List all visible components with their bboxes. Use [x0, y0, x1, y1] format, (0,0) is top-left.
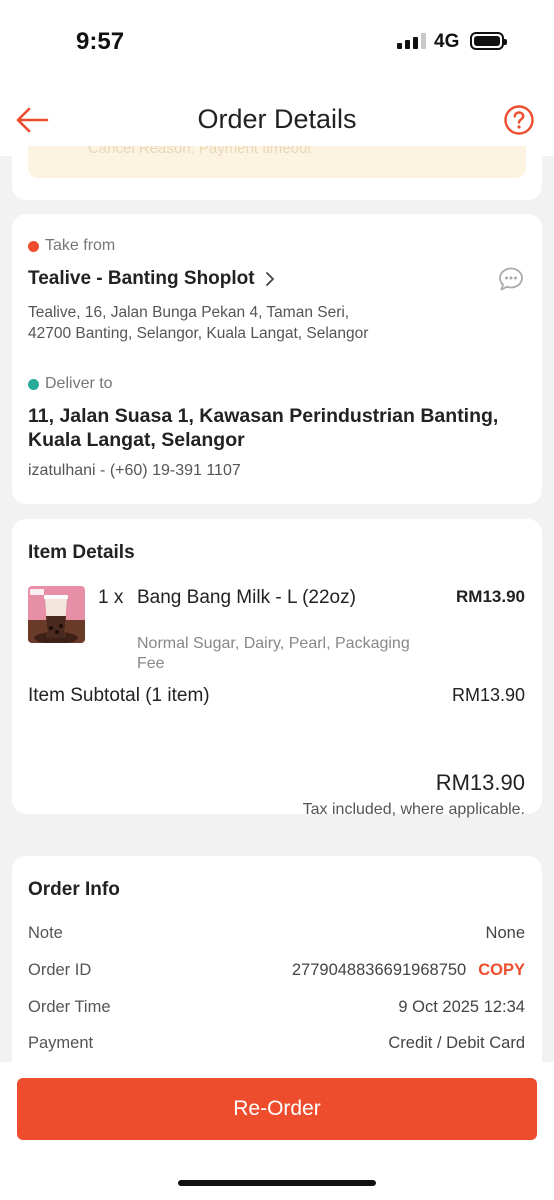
header: Order Details	[0, 80, 554, 156]
subtotal-value: RM13.90	[451, 685, 525, 705]
item-options-line1: Normal Sugar, Dairy, Pearl, Packaging	[137, 635, 410, 652]
order-id-group: 2779048836691968750 COPY	[292, 961, 525, 980]
item-details-card: Item Details 1 x Bang Bang Milk - L (22o…	[12, 519, 542, 818]
network-type: 4G	[434, 31, 460, 52]
order-id-label: Order ID	[28, 961, 92, 979]
chevron-right-icon	[265, 272, 274, 286]
delivery-label: Deliver to	[45, 375, 113, 392]
pickup-address: Tealive, 16, Jalan Bunga Pekan 4, Taman …	[28, 302, 448, 344]
address-card: Take from Tealive - Banting Shoplot Teal…	[12, 214, 542, 504]
order-time-value: 9 Oct 2025 12:34	[398, 998, 525, 1016]
note-label: Note	[28, 924, 63, 942]
item-price: RM13.90	[456, 587, 525, 606]
cellular-signal-icon	[397, 33, 426, 49]
order-info-card: Order Info Note None Order ID 2779048836…	[12, 856, 542, 1076]
order-status-card: Cancel Reason: Payment timeout	[12, 146, 542, 200]
item-options-line2: Fee	[137, 655, 165, 672]
pickup-address-line1: Tealive, 16, Jalan Bunga Pekan 4, Taman …	[28, 304, 350, 321]
help-circle-icon	[504, 105, 534, 135]
chat-bubble-icon	[499, 267, 523, 291]
pickup-label: Take from	[45, 237, 116, 254]
delivery-address-line1: 11, Jalan Suasa 1, Kawasan Perindustrian…	[28, 405, 499, 427]
order-info-title: Order Info	[28, 879, 120, 900]
battery-icon	[470, 32, 507, 50]
payment-value: Credit / Debit Card	[388, 1034, 525, 1052]
recipient-contact: izatulhani - (+60) 19-391 1107	[28, 462, 241, 479]
item-details-title: Item Details	[28, 542, 135, 563]
delivery-dot-icon	[28, 379, 39, 390]
order-total: RM13.90	[435, 770, 525, 795]
copy-order-id-button[interactable]: COPY	[478, 961, 525, 979]
delivery-address: 11, Jalan Suasa 1, Kawasan Perindustrian…	[28, 404, 528, 452]
order-time-row: Order Time 9 Oct 2025 12:34	[28, 998, 525, 1017]
status-bar: 9:57 4G	[0, 0, 554, 80]
pickup-address-line2: 42700 Banting, Selangor, Kuala Langat, S…	[28, 325, 369, 342]
order-id-value: 2779048836691968750	[291, 961, 467, 979]
item-options: Normal Sugar, Dairy, Pearl, Packaging Fe…	[137, 634, 457, 674]
note-value: None	[485, 924, 525, 942]
order-id-row: Order ID 2779048836691968750 COPY	[28, 961, 525, 980]
delivery-address-line2: Kuala Langat, Selangor	[28, 429, 245, 451]
status-banner: Cancel Reason: Payment timeout	[28, 146, 526, 178]
home-indicator[interactable]	[178, 1180, 376, 1186]
status-time: 9:57	[76, 28, 125, 55]
payment-label: Payment	[28, 1034, 94, 1052]
item-name: Bang Bang Milk - L (22oz)	[137, 587, 356, 608]
shop-name: Tealive - Banting Shoplot	[28, 268, 255, 289]
reorder-button[interactable]: Re-Order	[17, 1078, 537, 1140]
page-title: Order Details	[197, 104, 357, 134]
subtotal-label: Item Subtotal (1 item)	[28, 685, 210, 706]
tax-note: Tax included, where applicable.	[302, 801, 525, 818]
product-thumbnail	[28, 586, 85, 643]
shop-name-link[interactable]: Tealive - Banting Shoplot	[28, 268, 275, 290]
help-button[interactable]	[503, 104, 535, 136]
payment-row: Payment Credit / Debit Card	[28, 1034, 525, 1053]
bottom-action-bar: Re-Order	[0, 1062, 554, 1200]
status-banner-text: Cancel Reason: Payment timeout	[88, 146, 312, 157]
order-time-label: Order Time	[28, 998, 111, 1016]
chat-button[interactable]	[498, 266, 524, 292]
item-quantity: 1 x	[98, 587, 124, 608]
note-row: Note None	[28, 924, 525, 943]
pickup-dot-icon	[28, 241, 39, 252]
